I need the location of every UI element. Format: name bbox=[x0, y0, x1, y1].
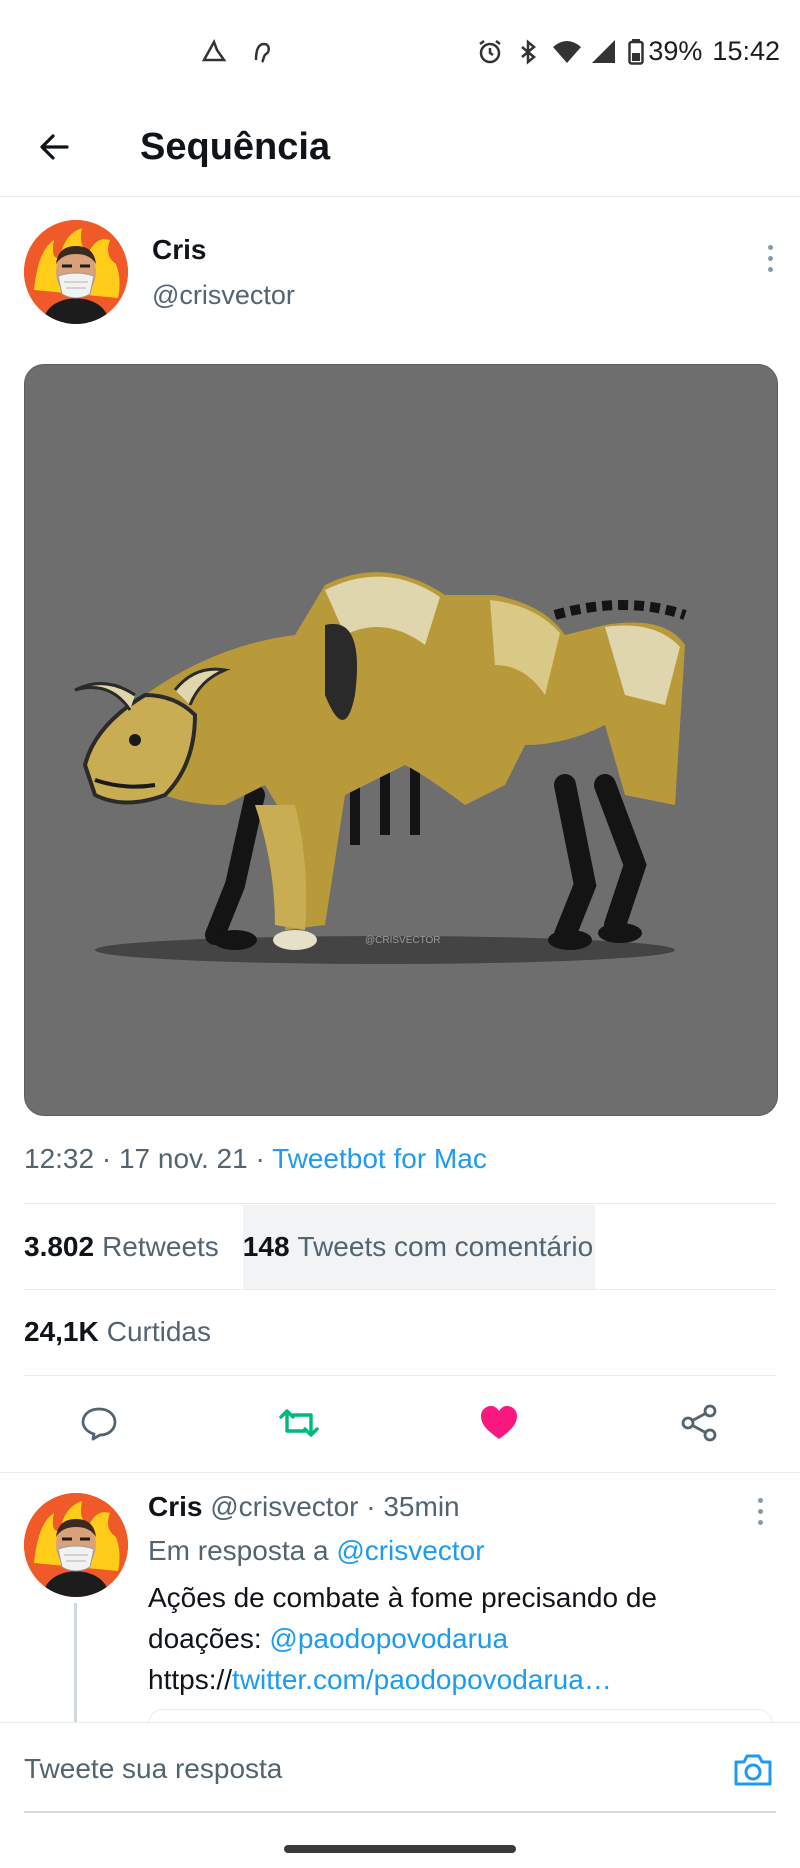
battery-icon bbox=[628, 38, 645, 65]
tweet-source-link[interactable]: Tweetbot for Mac bbox=[272, 1143, 487, 1174]
retweet-button[interactable] bbox=[274, 1398, 324, 1448]
retweets-count: 3.802 bbox=[24, 1231, 95, 1262]
alarm-icon bbox=[476, 38, 504, 66]
home-indicator[interactable] bbox=[284, 1845, 516, 1853]
status-bar: 39% 15:42 bbox=[0, 0, 800, 100]
heart-filled-icon bbox=[481, 1406, 517, 1439]
tweet-actions bbox=[24, 1378, 776, 1468]
divider bbox=[24, 1203, 776, 1204]
arrow-left-icon bbox=[40, 134, 69, 160]
quotes-label: Tweets com comentário bbox=[297, 1231, 594, 1262]
tweet-date: 17 nov. 21 bbox=[118, 1143, 248, 1174]
author-handle[interactable]: @crisvector bbox=[152, 280, 295, 311]
tweet-media-image[interactable]: @CRISVECTOR bbox=[24, 364, 778, 1116]
likes-stat[interactable]: 24,1K Curtidas bbox=[24, 1290, 211, 1374]
reply-more-button[interactable] bbox=[748, 1491, 772, 1531]
top-app-bar: Sequência bbox=[0, 100, 800, 197]
reply-input[interactable]: Tweete sua resposta bbox=[24, 1753, 282, 1785]
dot bbox=[757, 1519, 763, 1525]
media-watermark: @CRISVECTOR bbox=[365, 935, 441, 946]
in-reply-to: Em resposta a @crisvector bbox=[148, 1535, 485, 1567]
clock: 15:42 bbox=[712, 36, 780, 66]
reply-compose-bar: Tweete sua resposta bbox=[0, 1722, 800, 1868]
bull-illustration: @CRISVECTOR bbox=[25, 365, 777, 1115]
reply-text-prefix: doações: bbox=[148, 1623, 262, 1654]
likes-label: Curtidas bbox=[106, 1316, 211, 1347]
reply-author-name[interactable]: Cris bbox=[148, 1491, 202, 1522]
tweet-author: Cris @crisvector bbox=[24, 220, 784, 330]
avatar[interactable] bbox=[24, 1493, 128, 1597]
page-title: Sequência bbox=[140, 126, 331, 168]
reply-age: 35min bbox=[383, 1491, 460, 1522]
dot bbox=[757, 1508, 763, 1514]
notification-app-icon bbox=[200, 38, 228, 66]
thread-line bbox=[74, 1603, 77, 1733]
tweet-more-button[interactable] bbox=[758, 238, 782, 278]
dot bbox=[757, 1497, 763, 1503]
in-reply-prefix: Em resposta a bbox=[148, 1535, 329, 1566]
mention-link[interactable]: @paodopovodarua bbox=[269, 1623, 508, 1654]
reply-header: Cris @crisvector · 35min bbox=[148, 1491, 460, 1523]
reply-author-handle[interactable]: @crisvector bbox=[210, 1491, 358, 1522]
divider bbox=[24, 1375, 776, 1376]
reply-tweet[interactable]: Cris @crisvector · 35min Em resposta a @… bbox=[0, 1472, 800, 1739]
reply-button[interactable] bbox=[74, 1398, 124, 1448]
url-prefix: https:// bbox=[148, 1664, 233, 1695]
dot bbox=[767, 244, 773, 250]
notification-hearing-icon bbox=[248, 38, 276, 66]
separator: · bbox=[366, 1491, 384, 1522]
back-button[interactable] bbox=[30, 122, 80, 172]
reply-text-line: doações: @paodopovodarua bbox=[148, 1618, 768, 1659]
tweet-timestamp: 12:32 · 17 nov. 21 · Tweetbot for Mac bbox=[24, 1143, 487, 1174]
reply-text-line: https://twitter.com/paodopovodarua… bbox=[148, 1659, 768, 1700]
author-name[interactable]: Cris bbox=[152, 234, 206, 266]
compose-underline bbox=[24, 1811, 776, 1813]
camera-icon bbox=[734, 1754, 772, 1786]
avatar[interactable] bbox=[24, 220, 128, 324]
tweet-stats: 3.802 Retweets 148 Tweets com comentário bbox=[24, 1205, 776, 1289]
wifi-icon bbox=[552, 38, 582, 66]
battery-percent: 39% bbox=[648, 36, 703, 66]
reply-icon bbox=[81, 1407, 117, 1441]
share-button[interactable] bbox=[674, 1398, 724, 1448]
quote-tweets-stat[interactable]: 148 Tweets com comentário bbox=[242, 1205, 596, 1289]
signal-icon bbox=[590, 38, 618, 66]
likes-count: 24,1K bbox=[24, 1316, 99, 1347]
dot bbox=[767, 255, 773, 261]
reply-text-line: Ações de combate à fome precisando de bbox=[148, 1582, 657, 1613]
bluetooth-icon bbox=[514, 38, 542, 66]
retweets-stat[interactable]: 3.802 Retweets bbox=[24, 1205, 243, 1289]
reply-text: Ações de combate à fome precisando de do… bbox=[148, 1577, 768, 1700]
retweet-icon bbox=[279, 1409, 319, 1437]
url-link[interactable]: twitter.com/paodopovodarua… bbox=[232, 1664, 612, 1695]
add-media-button[interactable] bbox=[728, 1745, 778, 1795]
dot bbox=[767, 266, 773, 272]
tweet-time: 12:32 bbox=[24, 1143, 95, 1174]
like-button[interactable] bbox=[474, 1398, 524, 1448]
share-icon bbox=[681, 1404, 717, 1442]
in-reply-handle-link[interactable]: @crisvector bbox=[336, 1535, 484, 1566]
retweets-label: Retweets bbox=[102, 1231, 219, 1262]
quotes-count: 148 bbox=[242, 1231, 290, 1262]
